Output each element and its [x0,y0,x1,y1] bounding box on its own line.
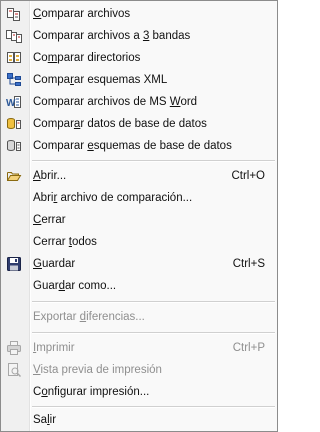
menu-item-save-as[interactable]: Guardar como... [3,275,275,297]
menu-separator [32,301,275,303]
menu-item-label-prefix: Compa [33,74,71,86]
compare-directories-icon [6,50,22,66]
menu-item-compare-3way[interactable]: Comparar archivos a 3 bandas [3,25,275,47]
menu-item-open-comparison-file[interactable]: Abrir archivo de comparación... [3,187,275,209]
menu-item-close[interactable]: Cerrar [3,209,275,231]
menu-item-label-suffix: iferencias... [86,311,145,323]
menu-item-label-suffix: ord [180,96,198,108]
menu-item-print-preview: Vista previa de impresión [3,359,275,381]
menu-item-label-prefix: Abri [33,192,54,204]
menu-separator [32,406,275,408]
menu-item-label-suffix: ir [49,414,57,426]
menu-item-shortcut: Ctrl+S [232,258,265,270]
menu-item-label-prefix: Comparar archivos a [33,30,143,42]
file-menu: Comparar archivos Comparar archivos a 3 … [0,0,278,432]
menu-item-label-suffix: ar como... [64,280,117,292]
menu-item-label-suffix: ista previa de impresión [40,364,162,376]
svg-text:W: W [6,98,16,109]
menu-separator [32,160,275,162]
menu-item-label-suffix: archivo de comparación... [57,192,193,204]
menu-item-label-prefix: Compar [33,118,74,130]
menu-item-close-all[interactable]: Cerrar todos [3,231,275,253]
menu-item-label-prefix: Comparar archivos de MS [33,96,170,108]
menu-separator [32,332,275,334]
menu-item-access-key: W [169,96,181,108]
menu-item-print-setup[interactable]: Configurar impresión... [3,381,275,403]
save-icon [6,256,22,272]
menu-item-label-suffix: r datos de base de datos [80,118,207,130]
menu-item-save[interactable]: Guardar Ctrl+S [3,253,275,275]
menu-item-label-suffix: errar [41,214,66,226]
menu-item-label-suffix: squemas de base de datos [93,140,232,152]
menu-item-label-suffix: mprimir [36,342,75,354]
menu-item-compare-db-data[interactable]: Comparar datos de base de datos [3,113,275,135]
menu-item-label-prefix: Co [33,52,48,64]
menu-item-shortcut: Ctrl+O [231,170,265,182]
menu-item-label-suffix: uardar [41,258,76,270]
menu-item-access-key: m [47,52,58,64]
menu-item-export-differences: Exportar diferencias... [3,306,275,328]
menu-item-access-key: A [33,170,41,182]
menu-item-access-key: G [33,258,42,270]
menu-item-exit[interactable]: Salir [3,409,275,431]
menu-item-compare-files[interactable]: Comparar archivos [3,3,275,25]
menu-item-compare-xml-schemas[interactable]: Comparar esquemas XML [3,69,275,91]
compare-db-data-icon [6,116,22,132]
menu-item-label-suffix: nfigurar impresión... [47,386,150,398]
compare-xml-schemas-icon [6,72,22,88]
menu-item-open[interactable]: Abrir... Ctrl+O [3,165,275,187]
menu-item-print: Imprimir Ctrl+P [3,337,275,359]
compare-db-schemas-icon [6,138,22,154]
menu-item-compare-db-schemas[interactable]: Comparar esquemas de base de datos [3,135,275,157]
menu-item-label-suffix: bandas [149,30,191,42]
menu-item-compare-directories[interactable]: Comparar directorios [3,47,275,69]
menu-item-label-suffix: brir... [40,170,67,182]
compare-3way-icon [6,28,22,44]
menu-item-label-suffix: odos [71,236,97,248]
menu-item-label-prefix: Comparar [33,140,88,152]
compare-word-icon: W [6,94,22,110]
menu-item-label-prefix: Guar [33,280,59,292]
print-preview-icon [6,362,22,378]
menu-item-label-suffix: parar directorios [57,52,141,64]
print-icon [6,340,22,356]
open-folder-icon [6,168,22,184]
menu-item-label-prefix: Exportar [33,311,80,323]
menu-item-label-prefix: Sa [33,414,48,426]
menu-item-label-prefix: Cerrar [33,236,69,248]
menu-item-compare-word[interactable]: W Comparar archivos de MS Word [3,91,275,113]
menu-item-label-suffix: omparar archivos [41,8,131,20]
menu-item-label-suffix: ar esquemas XML [73,74,168,86]
compare-files-icon [6,6,22,22]
menu-item-shortcut: Ctrl+P [232,342,265,354]
